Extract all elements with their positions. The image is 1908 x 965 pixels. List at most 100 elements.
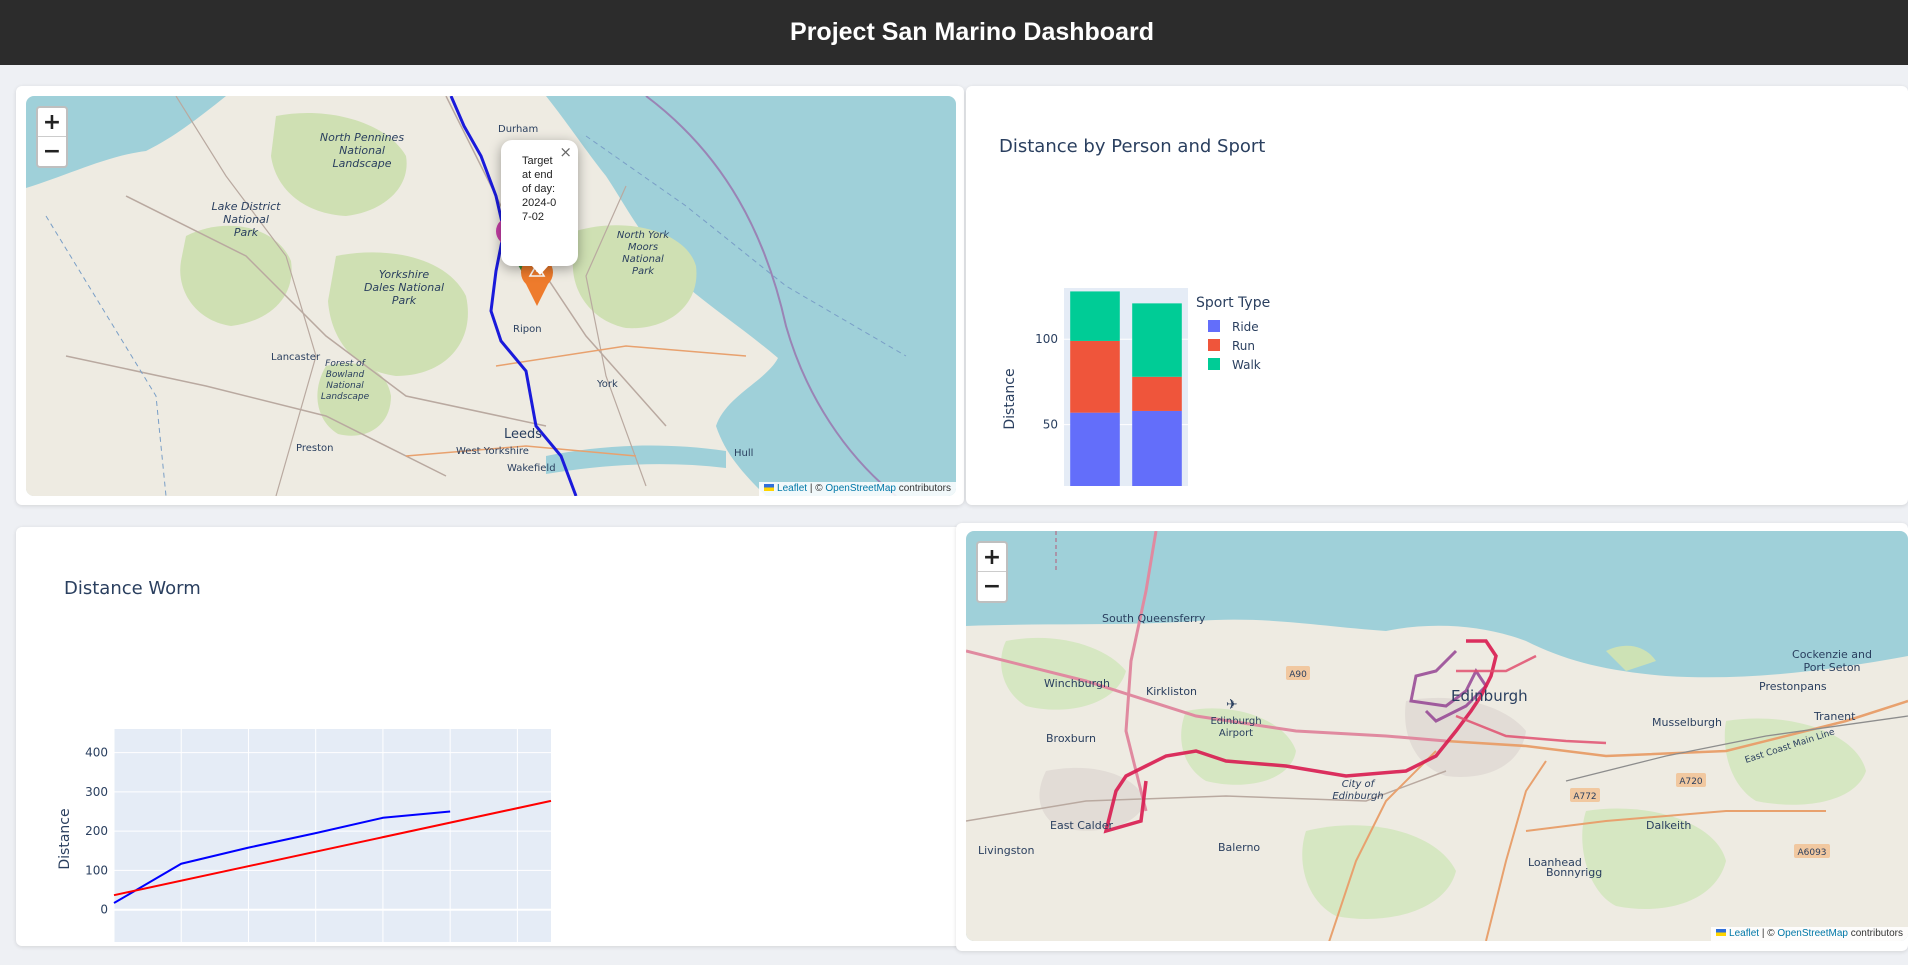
map-label-winchburgh: Winchburgh [1044,677,1110,690]
map-label-york: York [596,379,618,390]
map-label-balerno: Balerno [1218,841,1260,854]
popup-text: Target at end of day: 2024-07-02 [522,155,557,223]
legend-swatch-walk [1208,358,1220,370]
map-label-north-york-2: Moors [628,242,658,253]
airport-icon: ✈ [1226,697,1238,713]
legend-title: Sport Type [1196,295,1270,311]
map-label-north-pennines: North Pennines [320,131,404,144]
map-label-hull: Hull [734,448,753,459]
map-card-edinburgh: ✈ South Queensferry Winchburgh Kirklisto… [956,523,1908,951]
map-label-preston: Preston [296,443,334,454]
map-label-cockenzie-2: Port Seton [1803,661,1860,674]
map-label-bowland: Forest of [325,359,367,369]
route-map[interactable]: Durham North Pennines National Landscape… [26,96,956,496]
map-label-lake-district-3: Park [234,226,259,239]
map-label-north-york: North York [617,230,670,241]
map-label-west-yorkshire: West Yorkshire [456,446,529,457]
map-label-north-pennines-3: Landscape [332,157,391,170]
leaflet-link[interactable]: Leaflet [1729,928,1759,939]
map-label-bowland-4: Landscape [321,392,370,402]
bar-segment-run [1132,376,1182,411]
zoom-out-button[interactable]: − [978,572,1006,601]
map-label-edinburgh-airport: Edinburgh [1210,716,1261,727]
bar-segment-walk [1132,303,1182,377]
svg-text:A90: A90 [1289,670,1307,680]
edinburgh-map[interactable]: ✈ South Queensferry Winchburgh Kirklisto… [966,531,1908,941]
osm-link[interactable]: OpenStreetMap [1777,928,1848,939]
road-shield-a6093: A6093 [1794,844,1830,858]
road-shield-a720: A720 [1676,773,1706,787]
map-label-south-queensferry: South Queensferry [1102,612,1206,625]
attribution-suffix: contributors [1847,928,1903,939]
map-label-durham: Durham [498,124,538,135]
map-card-route: Durham North Pennines National Landscape… [16,86,964,505]
map-label-north-pennines-2: National [339,144,385,157]
map-label-yorkshire-dales: Yorkshire [379,268,429,281]
map-label-edinburgh: Edinburgh [1451,687,1528,705]
map-label-lancaster: Lancaster [271,352,321,363]
map-label-wakefield: Wakefield [507,463,556,474]
map-label-edinburgh-airport-2: Airport [1219,728,1253,739]
map-label-ripon: Ripon [513,324,542,335]
legend-label-ride: Ride [1232,320,1259,334]
map-label-yorkshire-dales-3: Park [392,294,417,307]
map-label-city-of-edinburgh-2: Edinburgh [1332,791,1383,802]
y-axis-title: Distance [1002,368,1018,429]
y-axis-title: Distance [57,808,73,869]
route-map-tiles: Durham North Pennines National Landscape… [26,96,956,496]
map-label-cockenzie: Cockenzie and [1792,648,1872,661]
attribution-sep: | © [807,483,826,494]
osm-link[interactable]: OpenStreetMap [825,483,896,494]
y-tick-label: 0 [100,903,108,917]
map-label-bowland-2: Bowland [326,370,365,380]
legend-label-walk: Walk [1232,358,1261,372]
map-label-lake-district-2: National [223,213,269,226]
leaflet-link[interactable]: Leaflet [777,483,807,494]
chart-card-distance-by-sport: Distance by Person and Sport 050100GIHQU… [966,86,1908,505]
bar-segment-run [1070,340,1120,413]
svg-text:A6093: A6093 [1797,848,1826,858]
chart-card-distance-worm: Distance Worm −1000100200300400Jun 26Jun… [16,527,964,946]
y-tick-label: 400 [85,746,108,760]
svg-text:A720: A720 [1679,777,1703,787]
chart-title: Distance Worm [64,578,201,599]
zoom-in-button[interactable]: + [38,108,66,137]
attribution-suffix: contributors [895,483,951,494]
y-tick-label: 200 [85,824,108,838]
map-label-yorkshire-dales-2: Dales National [364,281,444,294]
map-label-kirkliston: Kirkliston [1146,685,1197,698]
ukraine-flag-icon [764,484,775,491]
map-label-east-calder: East Calder [1050,819,1113,832]
y-tick-label: 100 [85,863,108,877]
legend-swatch-ride [1208,320,1220,332]
zoom-in-button[interactable]: + [978,543,1006,572]
close-icon[interactable]: × [559,143,572,161]
map-label-city-of-edinburgh: City of [1342,779,1376,790]
stacked-bar-chart: 050100GIHQUserDistanceSport TypeRideRunW… [1002,288,1270,486]
zoom-out-button[interactable]: − [38,137,66,166]
zoom-control: + − [976,541,1008,603]
y-tick-label: 300 [85,785,108,799]
y-tick-label: 100 [1035,332,1058,346]
map-label-north-york-4: Park [632,266,655,277]
zoom-control: + − [36,106,68,168]
map-attribution: Leaflet | © OpenStreetMap contributors [1711,927,1908,941]
map-label-bonnyrigg: Bonnyrigg [1546,866,1602,879]
svg-text:A772: A772 [1573,792,1596,802]
legend-label-run: Run [1232,339,1255,353]
map-label-broxburn: Broxburn [1046,732,1096,745]
map-label-dalkeith: Dalkeith [1646,819,1691,832]
y-tick-label: 50 [1043,418,1058,432]
legend-swatch-run [1208,339,1220,351]
app-header: Project San Marino Dashboard [0,0,1908,65]
target-popup: Target at end of day: 2024-07-02 × [501,140,578,275]
map-label-north-york-3: National [622,254,664,265]
chart-title: Distance by Person and Sport [999,136,1266,157]
page-title: Project San Marino Dashboard [790,18,1154,46]
edinburgh-map-tiles: ✈ South Queensferry Winchburgh Kirklisto… [966,531,1908,941]
map-attribution: Leaflet | © OpenStreetMap contributors [759,482,956,496]
map-label-lake-district: Lake District [211,200,281,213]
map-label-leeds: Leeds [504,427,542,442]
popup-tip [531,265,549,275]
map-label-musselburgh: Musselburgh [1652,716,1722,729]
